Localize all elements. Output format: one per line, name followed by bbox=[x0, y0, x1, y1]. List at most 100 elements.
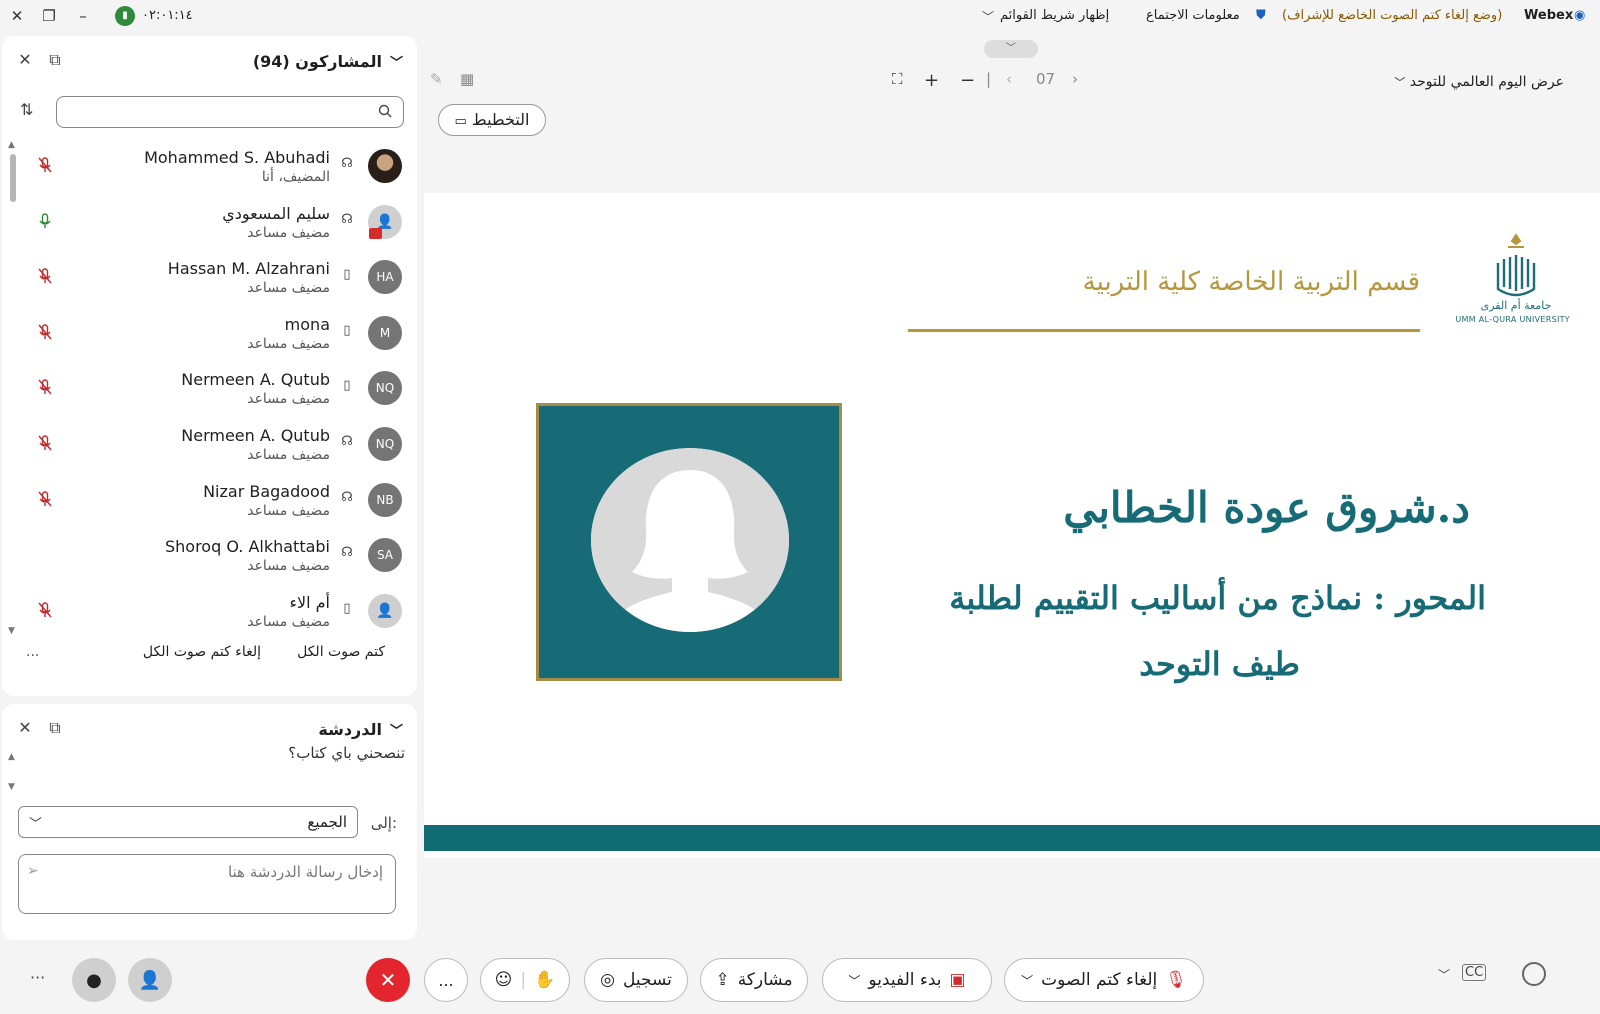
scroll-down-icon[interactable]: ▼ bbox=[8, 626, 15, 636]
reactions-group[interactable]: ☺ | ✋ bbox=[480, 958, 570, 1002]
chat-header[interactable]: ﹀ الدردشة bbox=[318, 720, 403, 739]
layout-label: التخطيط bbox=[471, 110, 530, 129]
avatar[interactable]: NQ bbox=[368, 426, 402, 461]
raise-hand-icon[interactable]: ✋ bbox=[534, 970, 555, 990]
page-number[interactable]: 07 bbox=[1036, 70, 1055, 88]
mic-muted-icon[interactable] bbox=[36, 601, 54, 619]
more-options-button[interactable]: ··· bbox=[30, 968, 45, 987]
app-title: Webex bbox=[1524, 8, 1574, 23]
headset-icon: ☊ bbox=[341, 211, 353, 227]
reaction-icon[interactable]: ☺ bbox=[495, 970, 513, 990]
mic-icon[interactable] bbox=[36, 212, 54, 230]
mic-muted-icon[interactable] bbox=[36, 434, 54, 452]
end-meeting-button[interactable]: ✕ bbox=[366, 958, 410, 1002]
send-icon[interactable]: ➢ bbox=[27, 863, 39, 879]
participants-panel: ﹀ المشاركون (94) ✕ ⧉ ⇅ ▲ ▼ ☊ Mohammed S. … bbox=[2, 36, 417, 696]
participant-row[interactable]: NB ☊ Nizar Bagadood مضيف مساعد bbox=[20, 474, 410, 530]
logo-arabic-text: جامعة أم القرى bbox=[1481, 298, 1552, 312]
mute-all-button[interactable]: كتم صوت الكل bbox=[297, 644, 385, 660]
chevron-down-icon[interactable]: ﹀ bbox=[982, 8, 994, 25]
avatar[interactable] bbox=[368, 149, 402, 183]
minimize-window-icon[interactable]: – bbox=[72, 5, 94, 27]
meeting-info-button[interactable]: معلومات الاجتماع bbox=[1146, 8, 1240, 23]
mic-muted-icon[interactable] bbox=[36, 267, 54, 285]
shared-content-title[interactable]: عرض اليوم العالمي للتوحد ﹀ bbox=[1394, 74, 1564, 90]
participants-toggle-button[interactable]: 👤 bbox=[128, 958, 172, 1002]
participants-scrollbar[interactable]: ▲ ▼ bbox=[8, 140, 18, 640]
more-controls-button[interactable]: ... bbox=[424, 958, 468, 1002]
chat-recipient-select[interactable]: الجميع ﹀ bbox=[18, 806, 358, 838]
chevron-down-icon[interactable]: ﹀ bbox=[1438, 966, 1450, 983]
participant-row[interactable]: NQ ☊ Nermeen A. Qutub مضيف مساعد bbox=[20, 418, 410, 474]
avatar[interactable]: M bbox=[368, 315, 402, 350]
share-button[interactable]: ⇪ مشاركة bbox=[700, 958, 808, 1002]
university-logo: جامعة أم القرى bbox=[1481, 233, 1552, 312]
mic-muted-icon[interactable] bbox=[36, 156, 54, 174]
participant-row[interactable]: HA ▯ Hassan M. Alzahrani مضيف مساعد bbox=[20, 251, 410, 307]
avatar-placeholder-icon bbox=[591, 448, 789, 632]
restore-window-icon[interactable]: ❐ bbox=[38, 5, 60, 27]
user-icon: 👤 bbox=[376, 602, 394, 619]
participant-row[interactable]: ☊ Mohammed S. Abuhadi المضيف، أنا bbox=[20, 140, 410, 196]
previous-page-icon[interactable]: ‹ bbox=[1006, 70, 1012, 88]
mic-muted-icon[interactable] bbox=[36, 490, 54, 508]
scroll-up-icon[interactable]: ▲ bbox=[8, 752, 15, 762]
mic-muted-icon[interactable] bbox=[36, 378, 54, 396]
scroll-up-icon[interactable]: ▲ bbox=[8, 140, 15, 150]
zoom-out-icon[interactable]: − bbox=[960, 70, 975, 91]
close-window-icon[interactable]: ✕ bbox=[6, 5, 28, 27]
avatar[interactable]: SA bbox=[368, 538, 402, 573]
participant-list: ☊ Mohammed S. Abuhadi المضيف، أنا 👤 ☊ سليم ال… bbox=[20, 140, 410, 640]
collapse-toolbar-button[interactable]: ﹀ bbox=[984, 40, 1038, 58]
sort-icon[interactable]: ⇅ bbox=[20, 100, 33, 119]
start-video-button[interactable]: ﹀ بدء الفيديو ▣ bbox=[822, 958, 992, 1002]
toolbar-divider: | bbox=[986, 70, 992, 88]
scroll-down-icon[interactable]: ▼ bbox=[8, 782, 15, 792]
avatar[interactable]: NB bbox=[368, 482, 402, 517]
headset-icon: ☊ bbox=[341, 433, 353, 449]
chevron-down-icon[interactable]: ﹀ bbox=[390, 720, 403, 739]
participant-row[interactable]: NQ ▯ Nermeen A. Qutub مضيف مساعد bbox=[20, 362, 410, 418]
mic-muted-icon[interactable] bbox=[36, 323, 54, 341]
scroll-thumb[interactable] bbox=[10, 154, 16, 202]
record-button[interactable]: ◎ تسجيل bbox=[584, 958, 688, 1002]
chat-toggle-button[interactable]: ● bbox=[72, 958, 116, 1002]
chat-panel: ﹀ الدردشة ✕ ⧉ ▲ ▼ تنصحني باي كتاب؟ إلى: … bbox=[2, 704, 417, 940]
chat-message-input[interactable]: ➢ إدخال رسالة الدردشة هنا bbox=[18, 854, 396, 914]
participant-role: مضيف مساعد bbox=[247, 224, 330, 241]
participant-search-input[interactable] bbox=[56, 96, 404, 128]
chevron-down-icon[interactable]: ﹀ bbox=[848, 972, 860, 989]
close-icon[interactable]: ✕ bbox=[14, 718, 36, 737]
popout-icon[interactable]: ⧉ bbox=[44, 50, 66, 70]
chevron-down-icon[interactable]: ﹀ bbox=[1021, 972, 1033, 989]
popout-icon[interactable]: ⧉ bbox=[44, 718, 66, 738]
layout-button[interactable]: ▭ التخطيط bbox=[438, 104, 546, 136]
headset-icon: ☊ bbox=[341, 489, 353, 505]
avatar[interactable]: HA bbox=[368, 260, 402, 295]
unmute-all-button[interactable]: إلغاء كتم صوت الكل bbox=[143, 644, 261, 660]
next-page-icon[interactable]: › bbox=[1072, 70, 1078, 88]
grid-view-icon[interactable]: ▦ bbox=[460, 70, 474, 88]
participants-header[interactable]: ﹀ المشاركون (94) bbox=[253, 52, 403, 71]
chevron-down-icon[interactable]: ﹀ bbox=[390, 52, 403, 71]
participant-row[interactable]: M ▯ mona مضيف مساعد bbox=[20, 307, 410, 363]
start-video-label: بدء الفيديو bbox=[868, 970, 942, 990]
closed-captions-icon[interactable]: CC bbox=[1462, 964, 1487, 981]
avatar[interactable]: NQ bbox=[368, 371, 402, 406]
participant-row[interactable]: 👤 ▯ أم الاء مضيف مساعد bbox=[20, 585, 410, 641]
show-menu-bar-button[interactable]: إظهار شريط القوائم bbox=[1000, 8, 1109, 23]
participant-name: Mohammed S. Abuhadi bbox=[144, 148, 330, 167]
annotate-icon[interactable]: ✎ bbox=[430, 70, 443, 88]
unmute-button[interactable]: ﹀ إلغاء كتم الصوت 🎙 bbox=[1004, 958, 1204, 1002]
fullscreen-icon[interactable]: ⛶ bbox=[892, 70, 903, 88]
participant-row[interactable]: SA ☊ Shoroq O. Alkhattabi مضيف مساعد bbox=[20, 529, 410, 585]
chevron-down-icon: ﹀ bbox=[29, 817, 43, 832]
connection-status-icon[interactable]: ▮ bbox=[115, 6, 135, 26]
zoom-in-icon[interactable]: + bbox=[924, 70, 939, 91]
more-options-button[interactable]: ... bbox=[26, 644, 39, 660]
headset-icon: ☊ bbox=[341, 545, 353, 561]
participant-row[interactable]: 👤 ☊ سليم المسعودي مضيف مساعد bbox=[20, 196, 410, 252]
assistant-icon[interactable] bbox=[1522, 962, 1546, 986]
avatar[interactable]: 👤 bbox=[368, 593, 402, 628]
close-icon[interactable]: ✕ bbox=[14, 50, 36, 69]
